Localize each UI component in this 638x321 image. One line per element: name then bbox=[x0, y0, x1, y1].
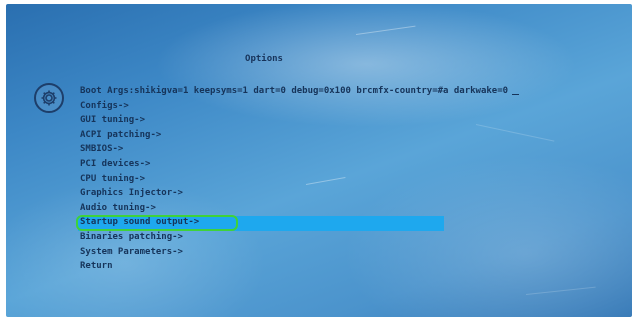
menu-item-return[interactable]: Return bbox=[80, 259, 519, 274]
menu-item-binaries-patching[interactable]: Binaries patching-> bbox=[80, 230, 519, 245]
boot-args-field[interactable]: Boot Args:shikigva=1 keepsyms=1 dart=0 d… bbox=[80, 84, 520, 99]
menu-item-acpi-patching[interactable]: ACPI patching-> bbox=[80, 128, 519, 143]
text-cursor bbox=[512, 94, 520, 95]
selected-item-outline bbox=[76, 215, 238, 231]
menu-item-pci-devices[interactable]: PCI devices-> bbox=[80, 157, 519, 172]
boot-args-value: Boot Args:shikigva=1 keepsyms=1 dart=0 d… bbox=[80, 86, 509, 96]
menu-item-system-parameters[interactable]: System Parameters-> bbox=[80, 245, 519, 260]
options-menu: Boot Args:shikigva=1 keepsyms=1 dart=0 d… bbox=[80, 84, 520, 274]
menu-item-configs[interactable]: Configs-> bbox=[80, 99, 519, 114]
gear-icon bbox=[34, 83, 64, 113]
menu-item-gui-tuning[interactable]: GUI tuning-> bbox=[80, 113, 519, 128]
menu-item-cpu-tuning[interactable]: CPU tuning-> bbox=[80, 172, 519, 187]
menu-item-smbios[interactable]: SMBIOS-> bbox=[80, 142, 519, 157]
screen-title: Options bbox=[245, 54, 283, 64]
menu-item-graphics-injector[interactable]: Graphics Injector-> bbox=[80, 186, 519, 201]
menu-item-audio-tuning[interactable]: Audio tuning-> bbox=[80, 201, 519, 216]
